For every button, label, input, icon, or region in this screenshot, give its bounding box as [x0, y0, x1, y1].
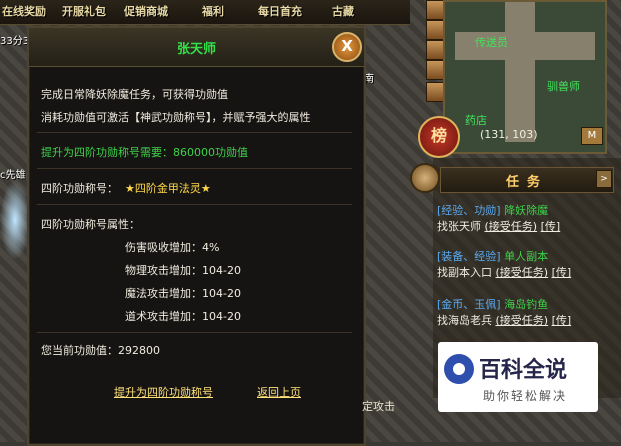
attr-damage-absorb: 伤害吸收增加：4% [125, 241, 220, 254]
accept-task-link[interactable]: (接受任务) [496, 266, 549, 279]
task-name[interactable]: 海岛钓鱼 [504, 298, 548, 311]
npc-pharmacy-label: 药店 [465, 114, 487, 127]
back-link[interactable]: 返回上页 [257, 384, 301, 400]
ranking-button[interactable]: 榜 [418, 116, 460, 158]
upgrade-title-link[interactable]: 提升为四阶功勋称号 [114, 384, 213, 400]
task-item-2-detail: 找副本入口 (接受任务) [传] [437, 264, 571, 280]
timer-text: 33分3 [0, 36, 30, 47]
npc-tamer-label: 驯兽师 [547, 80, 580, 93]
npc-teleporter-label: 传送员 [475, 36, 508, 49]
task-item-3: [金币、玉佩] 海岛钓鱼 [437, 296, 548, 312]
title-value: ★四阶金甲法灵★ [125, 182, 211, 195]
top-menu-bar: 在线奖励 开服礼包 促销商城 福利 每日首充 古藏 [0, 0, 410, 25]
menu-treasure[interactable]: 古藏 [332, 3, 354, 19]
task-item-1: [经验、功勋] 降妖除魔 [437, 202, 548, 218]
scroll-icon[interactable] [410, 163, 440, 193]
menu-server-gift[interactable]: 开服礼包 [62, 3, 106, 19]
task-tag: [经验、功勋] [437, 204, 501, 217]
npc-dialog: 张天师 X 完成日常降妖除魔任务，可获得功勋值 消耗功勋值可激活【神武功勋称号】… [27, 26, 366, 446]
divider [37, 204, 352, 205]
menu-shop[interactable]: 促销商城 [124, 3, 168, 19]
character-glow [0, 180, 30, 260]
task-name[interactable]: 降妖除魔 [504, 204, 548, 217]
player-name: c先雄 [0, 170, 26, 181]
watermark: 百科全说 助你轻松解决 [438, 342, 598, 412]
map-coordinates: (131, 103) [480, 128, 538, 141]
upgrade-requirement: 提升为四阶功勋称号需要：860000功勋值 [41, 146, 248, 159]
watermark-title: 百科全说 [479, 358, 568, 383]
menu-online-reward[interactable]: 在线奖励 [2, 3, 46, 19]
close-button[interactable]: X [332, 32, 362, 62]
task-panel-header: 任务 [440, 167, 614, 193]
teleport-link[interactable]: [传] [541, 220, 561, 233]
attr-header: 四阶功勋称号属性： [41, 218, 140, 231]
map-toggle-button[interactable]: M [581, 127, 603, 145]
teleport-link[interactable]: [传] [552, 266, 572, 279]
menu-daily-recharge[interactable]: 每日首充 [258, 3, 302, 19]
task-name[interactable]: 单人副本 [504, 250, 548, 263]
divider [37, 132, 352, 133]
chevron-right-icon[interactable]: > [596, 170, 612, 188]
task-npc: 找副本入口 [437, 266, 492, 279]
task-tag: [装备、经验] [437, 250, 501, 263]
watermark-subtitle: 助你轻松解决 [483, 389, 568, 403]
attr-magic-attack: 魔法攻击增加：104-20 [125, 287, 241, 300]
teleport-link[interactable]: [传] [552, 314, 572, 327]
attr-taoist-attack: 道术攻击增加：104-20 [125, 310, 241, 323]
task-panel-title: 任务 [505, 175, 548, 190]
task-item-2: [装备、经验] 单人副本 [437, 248, 548, 264]
watermark-logo-icon [444, 354, 474, 384]
accept-task-link[interactable]: (接受任务) [485, 220, 538, 233]
intro-line-1: 完成日常降妖除魔任务，可获得功勋值 [41, 88, 228, 101]
intro-line-2: 消耗功勋值可激活【神武功勋称号】，并赋予强大的属性 [41, 111, 311, 124]
menu-welfare[interactable]: 福利 [202, 3, 224, 19]
divider [37, 168, 352, 169]
task-npc: 找海岛老兵 [437, 314, 492, 327]
dialog-header: 张天师 [29, 28, 364, 67]
task-item-3-detail: 找海岛老兵 (接受任务) [传] [437, 312, 571, 328]
accept-task-link[interactable]: (接受任务) [496, 314, 549, 327]
dialog-title: 张天师 [176, 42, 216, 57]
current-merit: 您当前功勋值：292800 [41, 344, 160, 357]
attack-mode-text: 定攻击 [362, 400, 395, 413]
divider [37, 332, 352, 333]
title-label: 四阶功勋称号： [41, 182, 118, 195]
task-npc: 找张天师 [437, 220, 481, 233]
attr-physical-attack: 物理攻击增加：104-20 [125, 264, 241, 277]
task-tag: [金币、玉佩] [437, 298, 501, 311]
map-road [505, 2, 535, 142]
task-item-1-detail: 找张天师 (接受任务) [传] [437, 218, 560, 234]
